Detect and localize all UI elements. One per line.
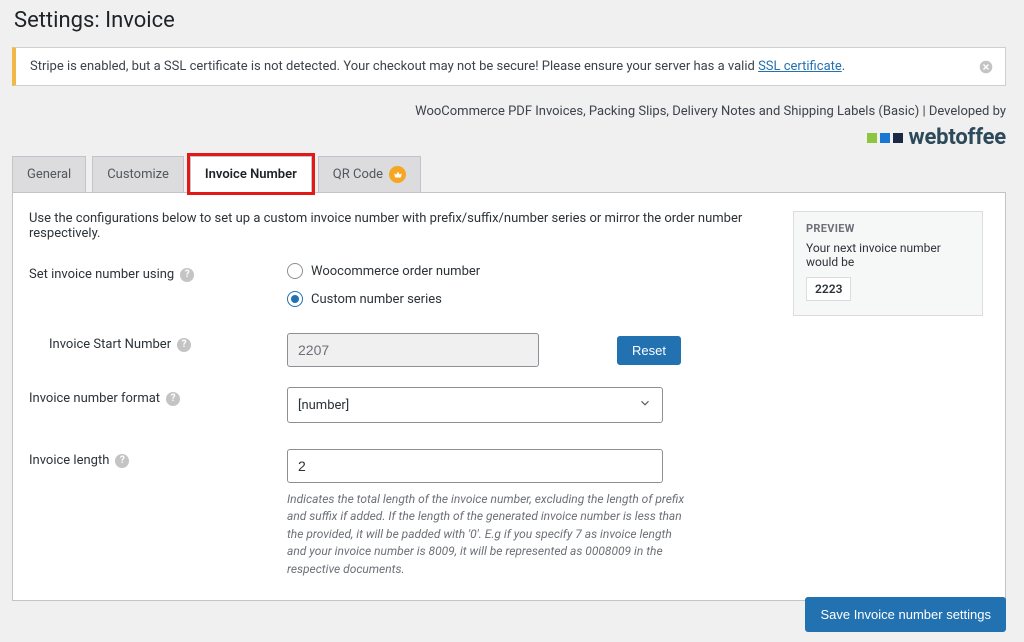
brand-squares-icon	[867, 133, 903, 143]
developed-by-line: WooCommerce PDF Invoices, Packing Slips,…	[12, 104, 1006, 119]
ssl-certificate-link[interactable]: SSL certificate	[758, 59, 842, 74]
format-selected-value: [number]	[298, 398, 349, 413]
radio-group-number-source: Woocommerce order number Custom number s…	[287, 263, 769, 307]
settings-panel: Use the configurations below to set up a…	[12, 192, 1006, 601]
invoice-format-select[interactable]: [number]	[287, 387, 663, 423]
help-icon[interactable]: ?	[180, 268, 194, 282]
close-icon[interactable]	[977, 58, 995, 76]
brand-logo: webtoffee	[12, 125, 1006, 150]
preview-title: PREVIEW	[806, 222, 970, 235]
tab-general[interactable]: General	[12, 156, 86, 192]
label-invoice-length: Invoice length ?	[29, 449, 287, 468]
tabs: General Customize Invoice Number QR Code	[12, 156, 1006, 192]
tab-customize[interactable]: Customize	[92, 156, 184, 192]
preview-value: 2223	[806, 277, 851, 301]
tab-qr-code-label: QR Code	[333, 167, 383, 182]
chevron-down-icon	[638, 396, 652, 414]
page-title: Settings: Invoice	[12, 8, 1006, 33]
invoice-start-number-input[interactable]	[287, 333, 539, 367]
alert-text-suffix: .	[842, 59, 845, 74]
brand-name: webtoffee	[909, 125, 1006, 150]
invoice-length-help-text: Indicates the total length of the invoic…	[287, 491, 687, 578]
tab-qr-code[interactable]: QR Code	[318, 156, 421, 192]
field-invoice-start-number: Invoice Start Number ? Reset	[29, 333, 769, 367]
save-button[interactable]: Save Invoice number settings	[805, 597, 1006, 632]
label-set-using: Set invoice number using ?	[29, 263, 287, 282]
footer-actions: Save Invoice number settings	[12, 597, 1006, 632]
invoice-length-input[interactable]	[287, 449, 663, 483]
label-start-number: Invoice Start Number ?	[29, 333, 287, 352]
field-set-invoice-number-using: Set invoice number using ? Woocommerce o…	[29, 263, 769, 307]
radio-checked-icon	[287, 291, 303, 307]
field-invoice-length: Invoice length ? Indicates the total len…	[29, 449, 769, 578]
help-icon[interactable]: ?	[177, 338, 191, 352]
tab-invoice-number[interactable]: Invoice Number	[190, 156, 312, 192]
radio-unchecked-icon	[287, 263, 303, 279]
reset-button[interactable]: Reset	[617, 336, 681, 365]
alert-text-prefix: Stripe is enabled, but a SSL certificate…	[30, 59, 758, 74]
help-icon[interactable]: ?	[115, 454, 129, 468]
preview-description: Your next invoice number would be	[806, 241, 970, 269]
preview-box: PREVIEW Your next invoice number would b…	[793, 211, 983, 316]
ssl-warning-alert: Stripe is enabled, but a SSL certificate…	[12, 47, 1006, 86]
radio-woo-order-number[interactable]: Woocommerce order number	[287, 263, 769, 279]
label-number-format: Invoice number format ?	[29, 387, 287, 406]
help-icon[interactable]: ?	[166, 392, 180, 406]
radio-custom-series[interactable]: Custom number series	[287, 291, 769, 307]
crown-icon	[389, 166, 406, 183]
intro-text: Use the configurations below to set up a…	[29, 211, 769, 241]
field-invoice-number-format: Invoice number format ? [number]	[29, 387, 769, 423]
